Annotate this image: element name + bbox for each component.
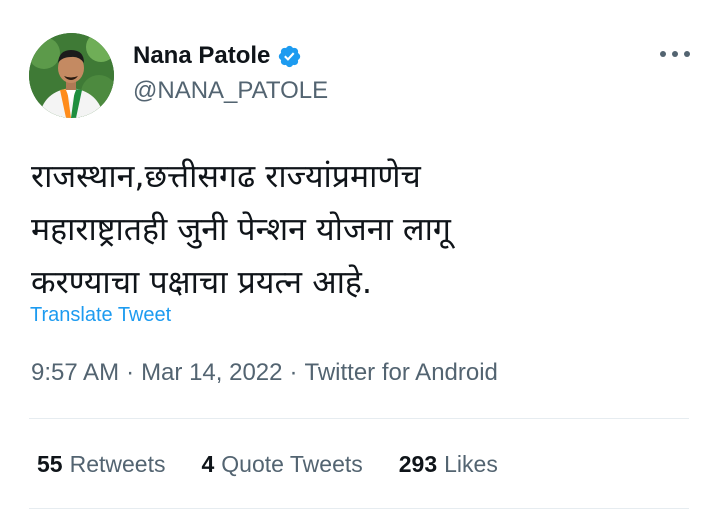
- author-name-row: Nana Patole: [133, 40, 302, 72]
- divider: [29, 418, 689, 419]
- author-avatar[interactable]: [29, 33, 114, 118]
- quote-tweets-label: Quote Tweets: [221, 451, 363, 477]
- quote-tweets-stat[interactable]: 4 Quote Tweets: [201, 448, 362, 480]
- tweet-text: राजस्थान,छत्तीसगढ राज्यांप्रमाणेच महाराष…: [31, 150, 671, 309]
- tweet-card: Nana Patole @NANA_PATOLE राजस्थान,छत्तीस…: [0, 0, 720, 516]
- author-display-name[interactable]: Nana Patole: [133, 40, 270, 72]
- translate-tweet-link[interactable]: Translate Tweet: [30, 302, 171, 328]
- divider: [29, 508, 689, 509]
- tweet-time[interactable]: 9:57 AM: [31, 359, 119, 386]
- retweets-count: 55: [37, 451, 63, 477]
- more-dot: [684, 51, 690, 57]
- meta-separator: ·: [126, 359, 135, 386]
- more-dot: [672, 51, 678, 57]
- likes-stat[interactable]: 293 Likes: [399, 448, 498, 480]
- quote-tweets-count: 4: [201, 451, 215, 477]
- verified-badge-icon: [277, 44, 302, 69]
- retweets-stat[interactable]: 55 Retweets: [37, 448, 165, 480]
- meta-separator: ·: [289, 359, 298, 386]
- tweet-text-line: महाराष्ट्रातही जुनी पेन्शन योजना लागू: [31, 210, 451, 248]
- tweet-source[interactable]: Twitter for Android: [304, 359, 497, 386]
- author-handle[interactable]: @NANA_PATOLE: [133, 76, 328, 106]
- tweet-text-line: राजस्थान,छत्तीसगढ राज्यांप्रमाणेच: [31, 157, 421, 195]
- more-options-icon[interactable]: [660, 44, 690, 64]
- tweet-meta: 9:57 AM · Mar 14, 2022 · Twitter for Android: [31, 357, 498, 389]
- tweet-date[interactable]: Mar 14, 2022: [141, 359, 282, 386]
- more-dot: [660, 51, 666, 57]
- likes-label: Likes: [444, 451, 498, 477]
- likes-count: 293: [398, 451, 438, 477]
- tweet-stats: 55 Retweets 4 Quote Tweets 293 Likes: [37, 448, 498, 480]
- retweets-label: Retweets: [69, 451, 166, 477]
- avatar-image: [29, 33, 114, 118]
